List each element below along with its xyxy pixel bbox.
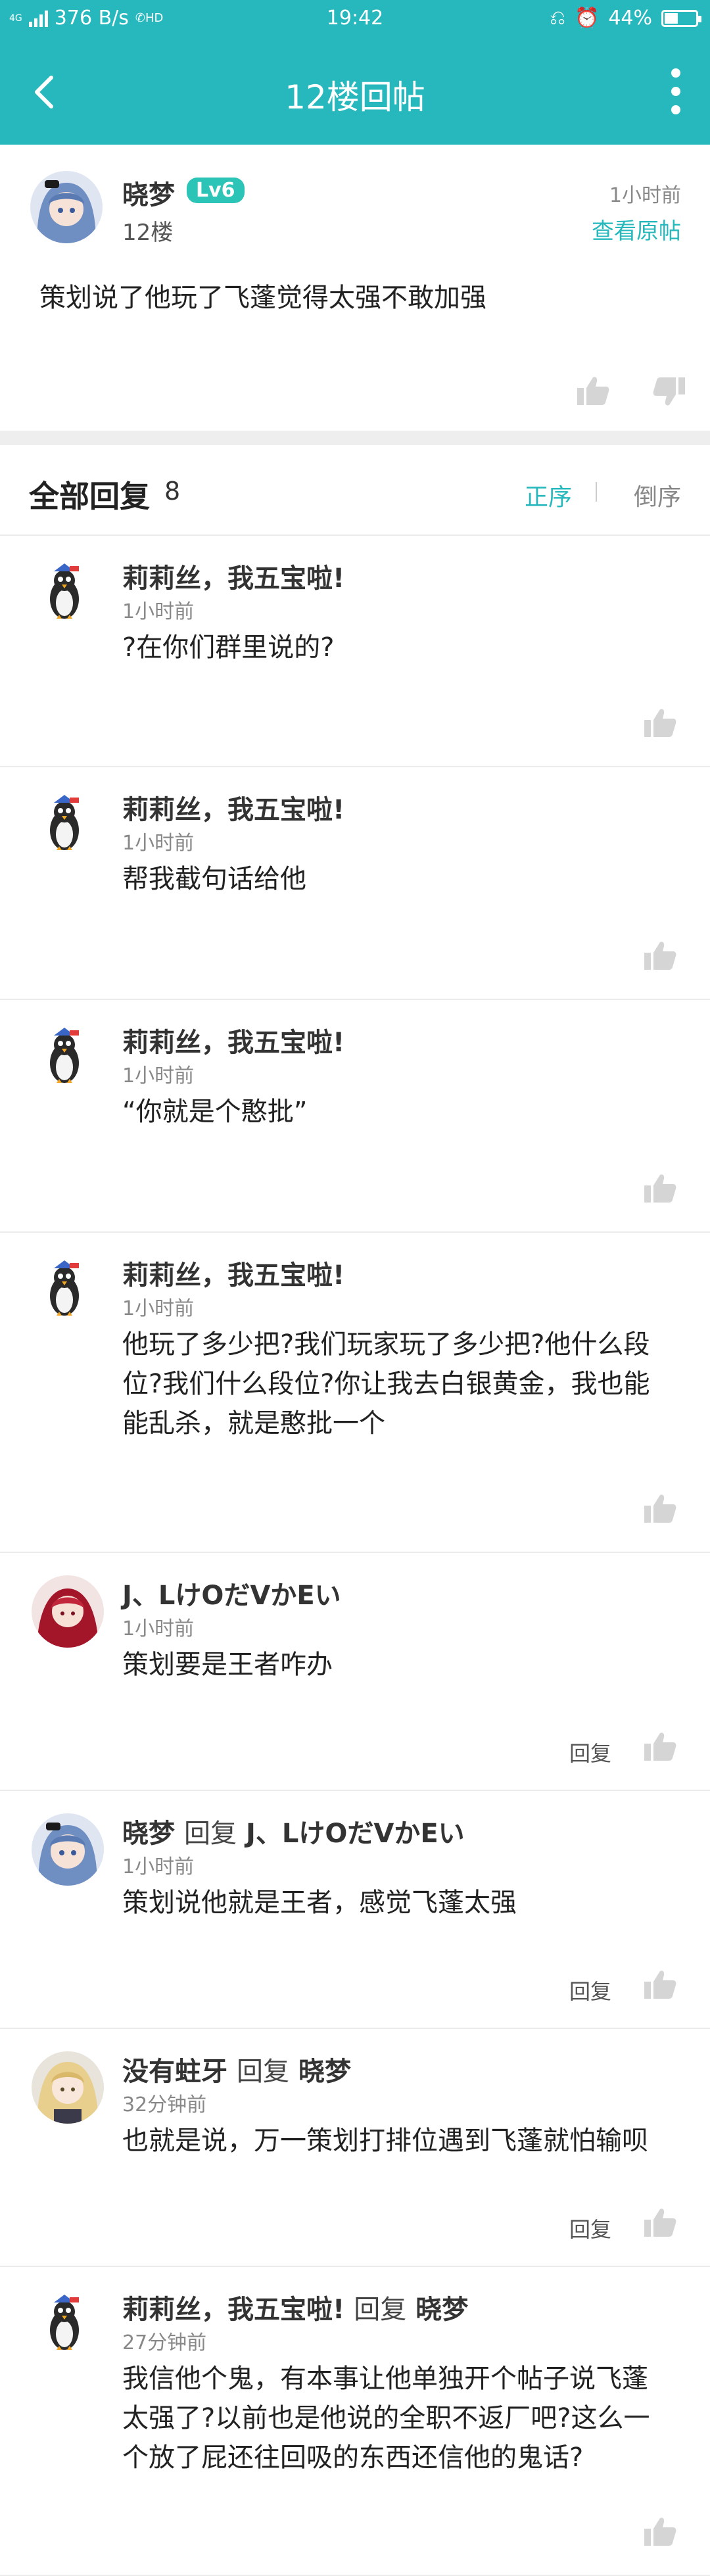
sort-separator [596,482,597,502]
author-name[interactable]: 莉莉丝，我五宝啦! [122,2295,344,2325]
replies-title: 全部回复 [29,479,150,514]
avatar[interactable] [32,558,97,624]
reply-author: J、LけOだVかEい [122,1574,341,1612]
avatar[interactable] [32,1022,97,1088]
author-name[interactable]: 没有蛀牙 [122,2057,227,2087]
section-divider [0,431,710,445]
reply-author: 莉莉丝，我五宝啦! [122,788,344,826]
sort-ascending-tab[interactable]: 正序 [525,478,572,512]
reply-author: 莉莉丝，我五宝啦! [122,1021,344,1059]
author-name[interactable]: 晓梦 [122,1819,175,1849]
post-time: 1小时前 [609,184,681,207]
reply-button[interactable]: 回复 [569,1975,611,2005]
level-badge: Lv6 [187,178,245,203]
reply-text: 他玩了多少把?我们玩家玩了多少把?他什么段位?我们什么段位?你让我去白银黄金，我… [122,1329,650,1439]
floor-number: 12楼 [122,220,174,246]
reply-item[interactable]: 莉莉丝，我五宝啦! 回复 晓梦 27分钟前我信他个鬼，有本事让他单独开个帖子说飞蓬太强… [0,2267,710,2576]
reply-item[interactable]: J、LけOだVかEい 1小时前策划要是王者咋办回复 [0,1553,710,1791]
post-text: 策划说了他玩了飞蓬觉得太强不敢加强 [39,283,486,313]
author-name[interactable]: 莉莉丝，我五宝啦! [122,795,344,825]
author-name[interactable]: J、LけOだVかEい [122,1581,341,1611]
reply-text: 策划要是王者咋办 [122,1650,333,1680]
replies-count: 8 [164,477,181,506]
reply-target-name[interactable]: J、LけOだVかEい [246,1819,465,1849]
reply-time: 27分钟前 [122,2331,207,2354]
reply-time: 1小时前 [122,1064,195,1087]
reply-item[interactable]: 莉莉丝，我五宝啦! 1小时前帮我截句话给他 [0,767,710,1000]
thumbs-up-icon[interactable] [643,707,677,738]
author-name[interactable]: 莉莉丝，我五宝啦! [122,1260,344,1291]
avatar[interactable] [30,171,103,243]
avatar[interactable] [32,1575,104,1648]
author-name[interactable]: 莉莉丝，我五宝啦! [122,1028,344,1058]
reply-item[interactable]: 莉莉丝，我五宝啦! 1小时前 “你就是个憨批” [0,1000,710,1233]
thumbs-up-icon[interactable] [643,940,677,971]
thumbs-up-icon[interactable] [643,1172,677,1204]
reply-text: 我信他个鬼，有本事让他单独开个帖子说飞蓬太强了?以前也是他说的全职不返厂吧?这么… [122,2364,650,2473]
reply-word: 回复 [237,2057,289,2087]
status-bar: 4G 376 B/s ✆HD 19:42 ⎌ ⏰ 44% [0,0,710,39]
thumbs-up-icon[interactable] [643,2206,677,2238]
thumbs-up-icon[interactable] [643,2516,677,2547]
reply-time: 1小时前 [122,1617,195,1640]
reply-word: 回复 [184,1819,237,1849]
alarm-icon: ⏰ [574,7,600,30]
page-title: 12楼回帖 [285,78,425,116]
reply-target-name[interactable]: 晓梦 [298,2057,351,2087]
reply-item[interactable]: 莉莉丝，我五宝啦! 1小时前他玩了多少把?我们玩家玩了多少把?他什么段位?我们什么… [0,1233,710,1553]
author-name[interactable]: 晓梦 [122,174,175,212]
reply-text: 帮我截句话给他 [122,864,306,894]
reply-time: 32分钟前 [122,2093,207,2116]
battery-icon [661,9,701,27]
reply-time: 1小时前 [122,600,195,623]
reply-button[interactable]: 回复 [569,1737,611,1767]
reply-author: 莉莉丝，我五宝啦! 回复 晓梦 [122,2288,468,2326]
reply-button[interactable]: 回复 [569,2213,611,2243]
reply-time: 1小时前 [122,832,195,855]
sort-descending-tab[interactable]: 倒序 [634,478,681,512]
reply-item[interactable]: 晓梦 回复 J、LけOだVかEい 1小时前 策划说他就是王者，感觉飞蓬太强 回复 [0,1791,710,2029]
battery-percent: 44% [608,7,652,30]
view-original-link[interactable]: 查看原帖 [592,213,681,245]
original-post: 晓梦 Lv6 12楼 1小时前 查看原帖 策划说了他玩了飞蓬觉得太强不敢加强 [0,145,710,431]
avatar[interactable] [32,790,97,855]
reply-text: 也就是说，万一策划打排位遇到飞蓬就怕输呗 [122,2126,648,2156]
replies-header: 全部回复 8 正序 倒序 [0,445,710,536]
thumbs-up-icon[interactable] [643,1968,677,2000]
avatar[interactable] [32,2051,104,2124]
clock: 19:42 [326,7,384,30]
lock-rotation-icon: ⎌ [549,7,565,30]
more-vertical-icon[interactable] [668,68,684,114]
reply-author: 没有蛀牙 回复 晓梦 [122,2050,351,2088]
thumbs-up-icon[interactable] [643,1730,677,1762]
reply-author: 晓梦 回复 J、LけOだVかEい [122,1812,465,1850]
avatar[interactable] [32,1813,104,1886]
reply-word: 回复 [354,2295,407,2325]
reply-text: ?在你们群里说的? [122,632,335,663]
reply-time: 1小时前 [122,1297,195,1320]
reply-item[interactable]: 没有蛀牙 回复 晓梦 32分钟前 也就是说，万一策划打排位遇到飞蓬就怕输呗 回复 [0,2029,710,2267]
avatar[interactable] [32,1255,97,1321]
author-name[interactable]: 莉莉丝，我五宝啦! [122,563,344,594]
reply-author: 莉莉丝，我五宝啦! [122,1254,344,1292]
thumbs-up-icon[interactable] [576,375,610,406]
reply-target-name[interactable]: 晓梦 [415,2295,468,2325]
reply-author: 莉莉丝，我五宝啦! [122,557,344,595]
reply-item[interactable]: 莉莉丝，我五宝啦! 1小时前 ?在你们群里说的? [0,536,710,767]
avatar[interactable] [32,2289,97,2355]
reply-time: 1小时前 [122,1855,195,1878]
thumbs-up-icon[interactable] [643,1492,677,1524]
reply-text: 策划说他就是王者，感觉飞蓬太强 [122,1888,517,1918]
thumbs-down-icon[interactable] [652,376,686,408]
reply-text: “你就是个憨批” [122,1097,308,1127]
title-bar: 12楼回帖 [0,39,710,145]
